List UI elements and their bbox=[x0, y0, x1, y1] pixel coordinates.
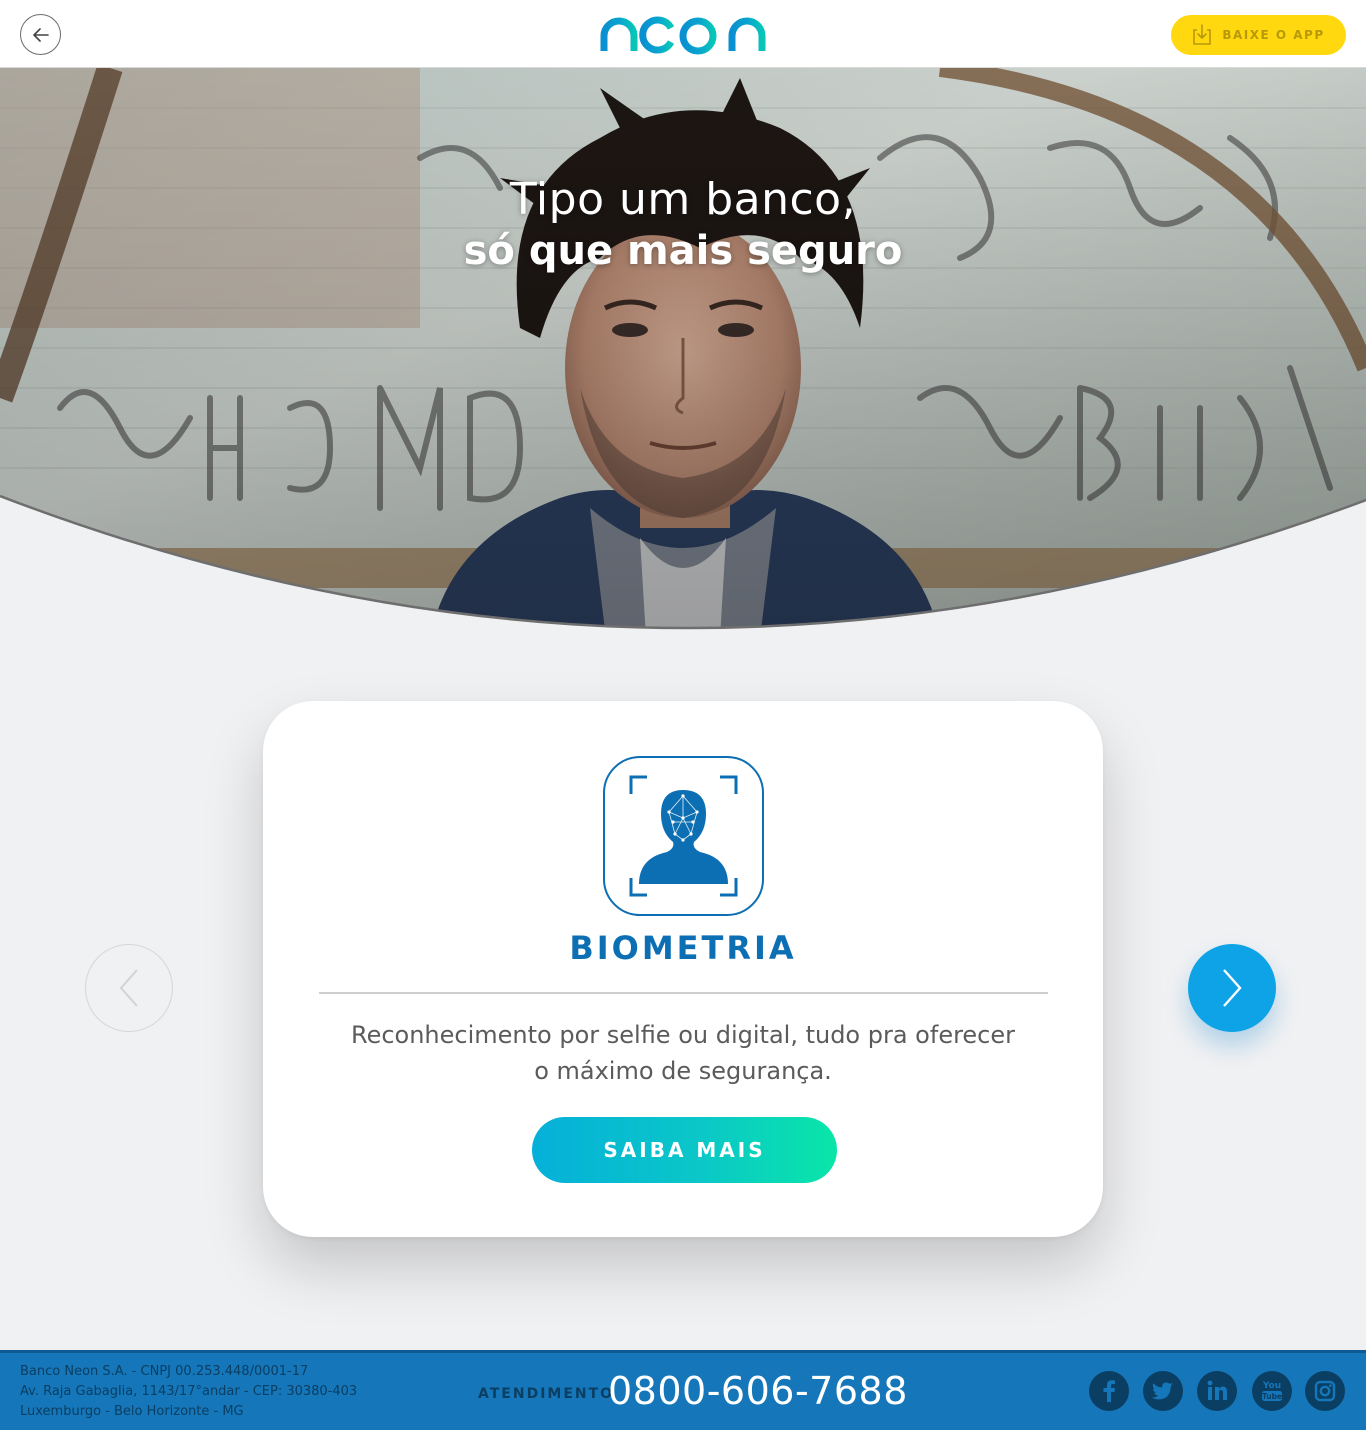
learn-more-button[interactable]: SAIBA MAIS bbox=[532, 1117, 837, 1183]
youtube-icon[interactable]: You Tube bbox=[1252, 1371, 1292, 1411]
back-button[interactable] bbox=[20, 14, 61, 55]
facebook-icon[interactable] bbox=[1089, 1371, 1129, 1411]
download-app-button[interactable]: BAIXE O APP bbox=[1171, 15, 1346, 55]
site-header: BAIXE O APP bbox=[0, 0, 1366, 68]
hero-heading-line1: Tipo um banco, bbox=[509, 174, 857, 225]
svg-text:You: You bbox=[1262, 1381, 1281, 1391]
address-line: Luxemburgo - Belo Horizonte - MG bbox=[20, 1404, 244, 1419]
site-footer: Banco Neon S.A. - CNPJ 00.253.448/0001-1… bbox=[0, 1350, 1366, 1430]
chevron-left-icon bbox=[119, 969, 138, 1007]
address-line: Banco Neon S.A. - CNPJ 00.253.448/0001-1… bbox=[20, 1364, 309, 1379]
carousel-prev-button[interactable] bbox=[85, 944, 173, 1032]
face-biometrics-icon bbox=[603, 756, 764, 916]
feature-description: Reconhecimento por selfie ou digital, tu… bbox=[350, 1021, 1016, 1085]
chevron-right-icon bbox=[1223, 969, 1242, 1007]
learn-more-label: SAIBA MAIS bbox=[603, 1138, 766, 1162]
feature-title: BIOMETRIA bbox=[569, 929, 797, 967]
linkedin-icon[interactable] bbox=[1197, 1371, 1237, 1411]
card-divider bbox=[319, 992, 1048, 994]
feature-card: BIOMETRIA Reconhecimento por selfie ou d… bbox=[263, 701, 1103, 1237]
download-app-label: BAIXE O APP bbox=[1222, 28, 1325, 42]
address-line: Av. Raja Gabaglia, 1143/17°andar - CEP: … bbox=[20, 1384, 358, 1399]
hero-banner: Tipo um banco, só que mais seguro bbox=[0, 68, 1366, 638]
twitter-icon[interactable] bbox=[1143, 1371, 1183, 1411]
carousel-next-button[interactable] bbox=[1188, 944, 1276, 1032]
arrow-left-icon bbox=[32, 27, 49, 42]
support-label: ATENDIMENTO bbox=[478, 1386, 615, 1402]
support-phone[interactable]: 0800-606-7688 bbox=[608, 1369, 908, 1413]
neon-logo[interactable] bbox=[598, 14, 768, 56]
instagram-icon[interactable] bbox=[1305, 1371, 1345, 1411]
hero-photo bbox=[0, 68, 1366, 630]
hero-heading-line2: só que mais seguro bbox=[463, 228, 903, 274]
svg-text:Tube: Tube bbox=[1262, 1392, 1282, 1401]
download-icon bbox=[1193, 24, 1212, 45]
company-address: Banco Neon S.A. - CNPJ 00.253.448/0001-1… bbox=[20, 1362, 357, 1422]
